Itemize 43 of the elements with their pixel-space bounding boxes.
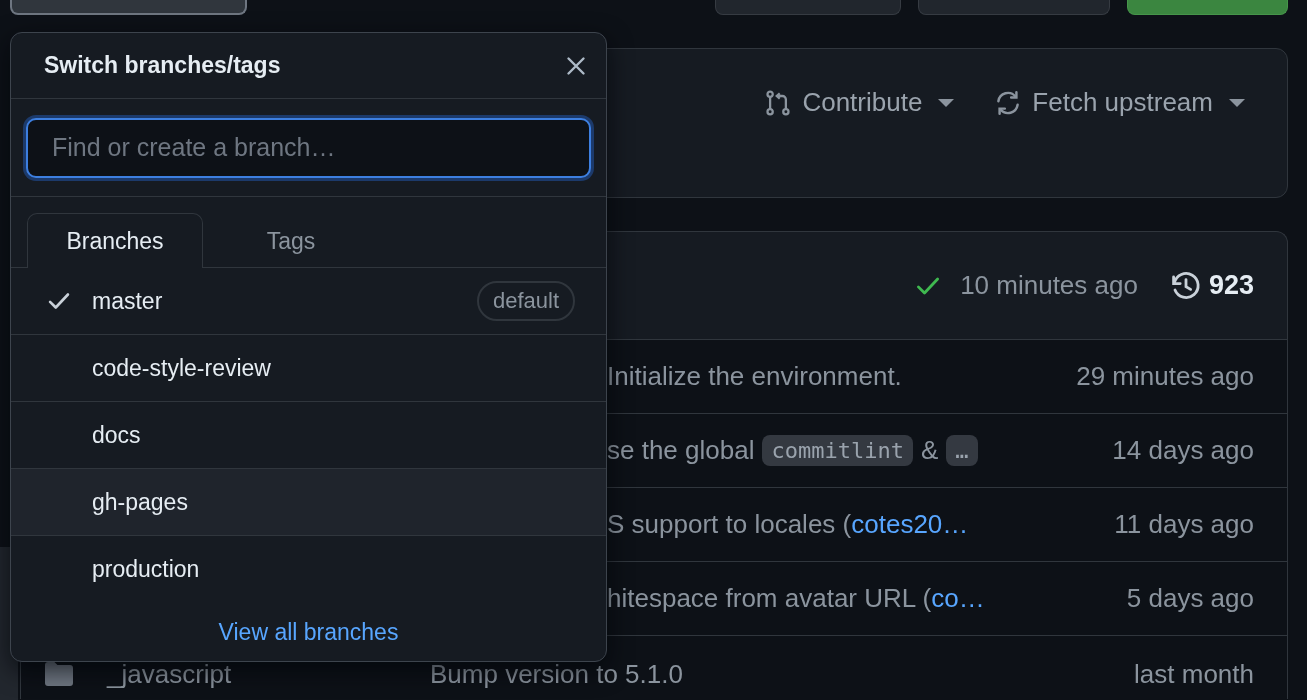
commit-time[interactable]: 5 days ago [1126,583,1254,614]
code-snippet: … [946,435,978,466]
menu-title: Switch branches/tags [44,52,281,79]
pull-request-icon [764,88,793,117]
commit-message[interactable]: Initialize the environment. [607,361,902,392]
commit-time[interactable]: 11 days ago [1114,509,1254,540]
commit-message[interactable]: Bump version to 5.1.0 [430,659,683,690]
branch-name: docs [92,421,142,449]
mention-link[interactable]: co… [931,583,985,614]
primary-button[interactable] [1127,0,1288,15]
commit-message[interactable]: hitespace from avatar URL ( [607,583,932,614]
commit-time[interactable]: 29 minutes ago [1076,361,1254,392]
branch-name: gh-pages [92,488,189,516]
view-all-link[interactable]: View all branches [218,618,399,646]
mention-link[interactable]: cotes20… [851,509,969,540]
commit-history-link[interactable]: 923 [1169,269,1254,302]
caret-icon [938,98,955,107]
branch-search-field[interactable]: Find or create a branch… [26,117,591,178]
caret-icon [1229,98,1245,107]
branch-item[interactable]: production [11,536,606,602]
commit-time[interactable]: 14 days ago [1112,435,1254,466]
default-label: default [476,281,575,321]
dropdown-button[interactable]: Contribute [764,87,955,118]
commit-time[interactable]: 10 minutes ago [960,270,1138,301]
branch-select-button[interactable] [10,0,247,15]
code-snippet: commitlint [762,435,913,466]
branch-name: code-style-review [92,354,272,382]
tab[interactable]: Tags [203,214,379,268]
dropdown-button[interactable]: Fetch upstream [994,87,1245,118]
branch-item[interactable]: code-style-review [11,335,606,402]
commit-message[interactable]: & [920,435,939,466]
toolbar-button[interactable] [918,0,1110,15]
commit-message[interactable]: S support to locales ( [607,509,852,540]
tab[interactable]: Branches [27,213,203,268]
branch-item[interactable]: gh-pages [11,469,606,536]
branch-item[interactable]: master default [11,268,606,335]
toolbar-button[interactable] [715,0,901,15]
branch-name: production [92,555,201,583]
branch-name: master [92,287,164,315]
commit-message[interactable]: se the global [607,435,755,466]
folder-link[interactable]: _javascript [107,659,232,689]
commit-time[interactable]: last month [1134,659,1254,690]
history-icon [1169,269,1202,302]
